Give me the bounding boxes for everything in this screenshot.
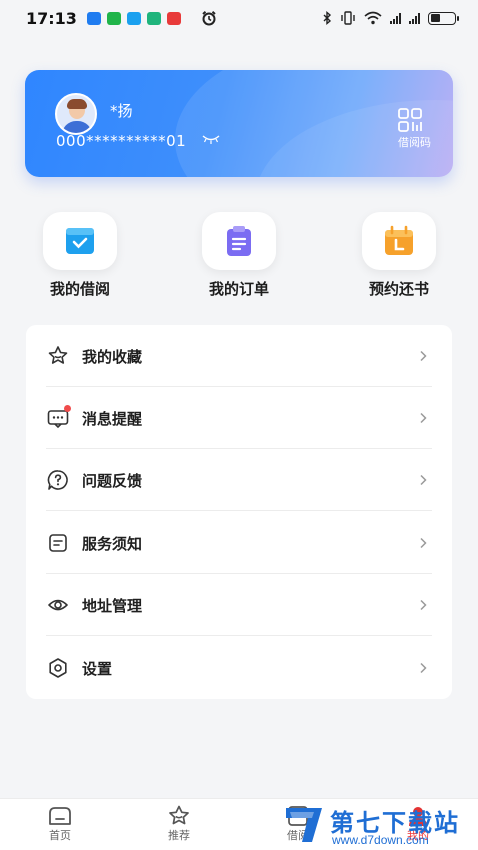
menu-item-label: 我的收藏 <box>82 347 143 366</box>
menu-item-label: 消息提醒 <box>82 409 143 428</box>
chevron-right-icon <box>420 599 427 611</box>
chevron-right-icon <box>420 412 427 424</box>
menu-item-label: 服务须知 <box>82 534 143 553</box>
feedback-icon <box>47 470 68 490</box>
menu-item-feedback[interactable]: 问题反馈 <box>46 449 432 511</box>
tab-home[interactable]: 首页 <box>30 805 90 843</box>
eye-closed-icon[interactable] <box>201 133 221 145</box>
chevron-right-icon <box>420 350 427 362</box>
alarm-icon <box>202 11 216 26</box>
chevron-right-icon <box>420 474 427 486</box>
message-icon <box>46 405 71 430</box>
watermark-url: www.d7down.com <box>332 833 429 847</box>
menu-item-label: 地址管理 <box>82 596 143 615</box>
quick-actions: 我的借阅 我的订单 预约还书 <box>0 212 478 302</box>
wechat-icon <box>106 11 121 25</box>
favorite-icon <box>48 346 68 364</box>
menu-item-label: 设置 <box>82 659 113 678</box>
bluetooth-icon <box>323 11 332 25</box>
menu-item-address[interactable]: 地址管理 <box>46 574 432 636</box>
quick-action-orders[interactable]: 我的订单 <box>184 212 294 299</box>
quick-action-label: 预约还书 <box>368 280 429 298</box>
tab-label: 推荐 <box>168 829 190 842</box>
app-icon-green <box>146 11 161 25</box>
address-icon <box>48 599 68 611</box>
status-time: 17:13 <box>26 8 77 28</box>
quick-action-label: 我的借阅 <box>49 280 110 298</box>
settings-icon <box>49 658 67 678</box>
tab-label: 首页 <box>49 829 71 842</box>
quick-action-return[interactable]: 预约还书 <box>344 212 454 299</box>
recommend-icon <box>169 805 189 825</box>
qr-code-label[interactable]: 借阅码 <box>398 134 431 150</box>
avatar[interactable] <box>55 93 97 135</box>
watermark: 第七下载站 www.d7down.com <box>282 800 478 850</box>
wifi-icon <box>364 11 382 25</box>
tab-recommend[interactable]: 推荐 <box>149 805 209 843</box>
menu-list: 我的收藏 消息提醒 问题反馈 服务须知 地址管理 设置 <box>26 325 452 699</box>
return-icon <box>385 225 413 255</box>
library-card[interactable]: *扬 000**********01 借阅码 <box>25 70 453 177</box>
user-name: *扬 <box>110 102 133 120</box>
signal-icon-1 <box>390 12 401 24</box>
chevron-right-icon <box>420 537 427 549</box>
app-icon-red <box>166 11 181 25</box>
signal-icon-2 <box>409 12 420 24</box>
qr-code-icon[interactable] <box>397 108 423 132</box>
order-icon <box>227 226 251 256</box>
menu-item-service-notice[interactable]: 服务须知 <box>46 512 432 574</box>
menu-item-favorites[interactable]: 我的收藏 <box>46 325 432 387</box>
notice-icon <box>49 534 67 552</box>
chevron-right-icon <box>420 662 427 674</box>
notification-badge <box>64 405 71 412</box>
menu-item-settings[interactable]: 设置 <box>46 637 432 699</box>
vibrate-icon <box>341 11 355 25</box>
quick-action-borrow[interactable]: 我的借阅 <box>25 212 135 299</box>
battery-icon <box>428 11 459 25</box>
home-icon <box>49 807 71 825</box>
quick-action-label: 我的订单 <box>208 280 269 298</box>
app-icon-blue <box>86 11 101 25</box>
watermark-logo <box>286 808 322 842</box>
menu-item-messages[interactable]: 消息提醒 <box>46 387 432 449</box>
menu-item-label: 问题反馈 <box>82 471 143 490</box>
status-bar: 17:13 <box>0 0 478 36</box>
borrow-icon <box>66 228 94 254</box>
app-icon-chat <box>126 11 141 25</box>
card-number: 000**********01 <box>56 132 187 150</box>
